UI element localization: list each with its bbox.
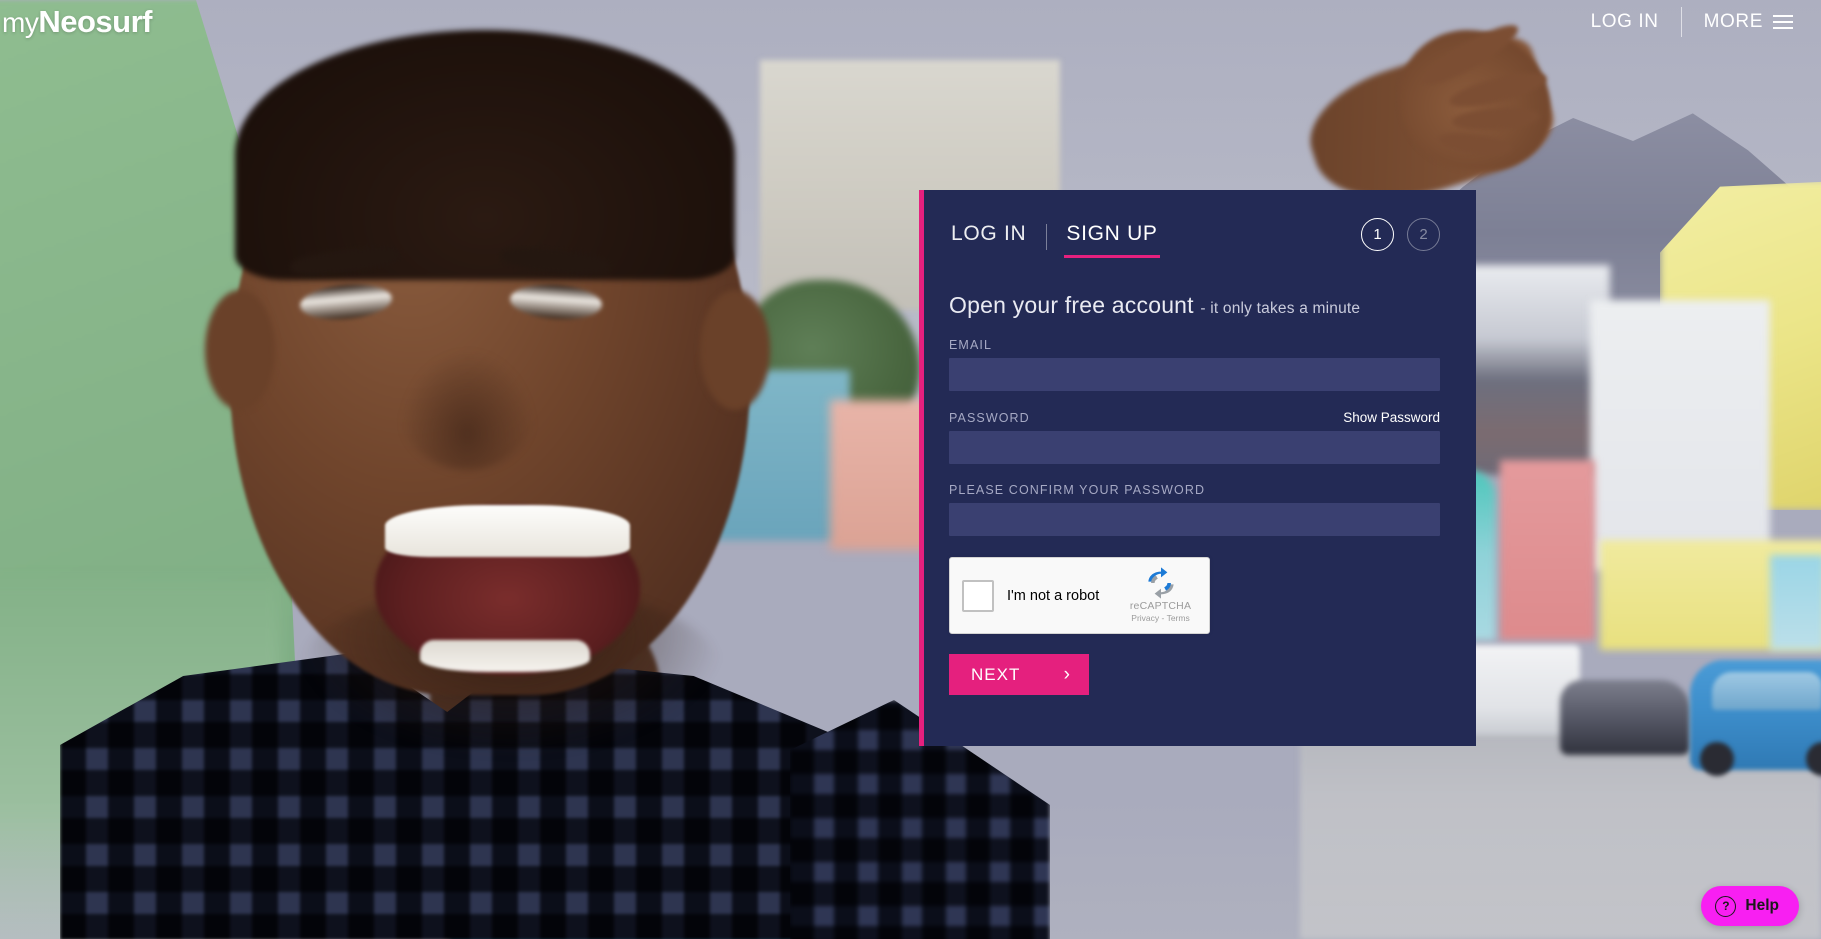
nav-login-link[interactable]: LOG IN [1569, 5, 1681, 39]
top-nav-links: LOG IN MORE [1569, 5, 1797, 39]
page-root: myNeosurf LOG IN MORE LOG IN SIGN UP 1 2… [0, 0, 1821, 939]
car-wheel-front [1700, 742, 1734, 776]
step-2-indicator[interactable]: 2 [1407, 218, 1440, 251]
parked-dark-car [1560, 680, 1690, 755]
person-upper-teeth [385, 505, 630, 557]
headline-main: Open your free account [949, 292, 1194, 318]
person-lower-teeth [420, 640, 590, 672]
recaptcha-checkbox[interactable] [962, 579, 994, 612]
help-label: Help [1745, 897, 1779, 914]
password-field-group: PASSWORD Show Password [949, 410, 1440, 464]
question-circle-icon: ? [1715, 895, 1737, 917]
recaptcha-icon [1147, 567, 1174, 599]
recaptcha-branding: reCAPTCHA Privacy - Terms [1123, 566, 1198, 623]
panel-headline: Open your free account - it only takes a… [949, 292, 1440, 319]
logo-name: Neosurf [38, 4, 152, 39]
tab-sign-up[interactable]: SIGN UP [1064, 216, 1160, 258]
house-pink [1500, 460, 1595, 640]
house-white [1590, 300, 1770, 570]
panel-header: LOG IN SIGN UP 1 2 [949, 216, 1440, 258]
background-photo [0, 0, 1821, 939]
email-input[interactable] [949, 358, 1440, 391]
recaptcha-legal-links[interactable]: Privacy - Terms [1123, 613, 1198, 623]
site-logo[interactable]: myNeosurf [0, 0, 162, 44]
step-1-indicator[interactable]: 1 [1361, 218, 1394, 251]
next-button-label: NEXT [971, 664, 1021, 684]
signup-panel: LOG IN SIGN UP 1 2 Open your free accoun… [919, 190, 1476, 746]
logo-prefix: my [2, 7, 39, 38]
tab-log-in[interactable]: LOG IN [949, 216, 1028, 258]
next-button[interactable]: NEXT › [949, 654, 1089, 695]
hamburger-icon[interactable] [1773, 11, 1793, 33]
person-hair [235, 30, 735, 280]
confirm-password-field-group: PLEASE CONFIRM YOUR PASSWORD [949, 483, 1440, 536]
help-widget-button[interactable]: ? Help [1701, 886, 1799, 926]
house-blue-band [1770, 555, 1821, 650]
step-indicator: 1 2 [1361, 218, 1440, 251]
nav-more-button[interactable]: MORE [1682, 5, 1797, 39]
recaptcha-label: I'm not a robot [1007, 587, 1100, 604]
top-navigation-bar: myNeosurf LOG IN MORE [0, 0, 1821, 44]
recaptcha-brand-name: reCAPTCHA [1129, 600, 1192, 612]
blue-car-window [1712, 672, 1821, 710]
email-field-group: EMAIL [949, 338, 1440, 391]
email-label: EMAIL [949, 338, 993, 352]
chevron-right-icon: › [1063, 664, 1071, 685]
password-label: PASSWORD [949, 411, 1030, 425]
tab-divider [1046, 224, 1048, 250]
recaptcha-widget[interactable]: I'm not a robot reCAPTCHA Privacy - Term… [949, 557, 1210, 634]
confirm-password-label: PLEASE CONFIRM YOUR PASSWORD [949, 483, 1206, 497]
password-input[interactable] [949, 431, 1440, 464]
person-nose [400, 350, 535, 470]
person-ear-right [700, 290, 770, 410]
headline-subtitle: - it only takes a minute [1200, 300, 1361, 317]
confirm-password-input[interactable] [949, 503, 1440, 536]
show-password-toggle[interactable]: Show Password [1343, 410, 1440, 425]
person-ear-left [205, 290, 275, 410]
auth-tabs: LOG IN SIGN UP [949, 216, 1160, 258]
nav-more-label[interactable]: MORE [1704, 11, 1763, 33]
